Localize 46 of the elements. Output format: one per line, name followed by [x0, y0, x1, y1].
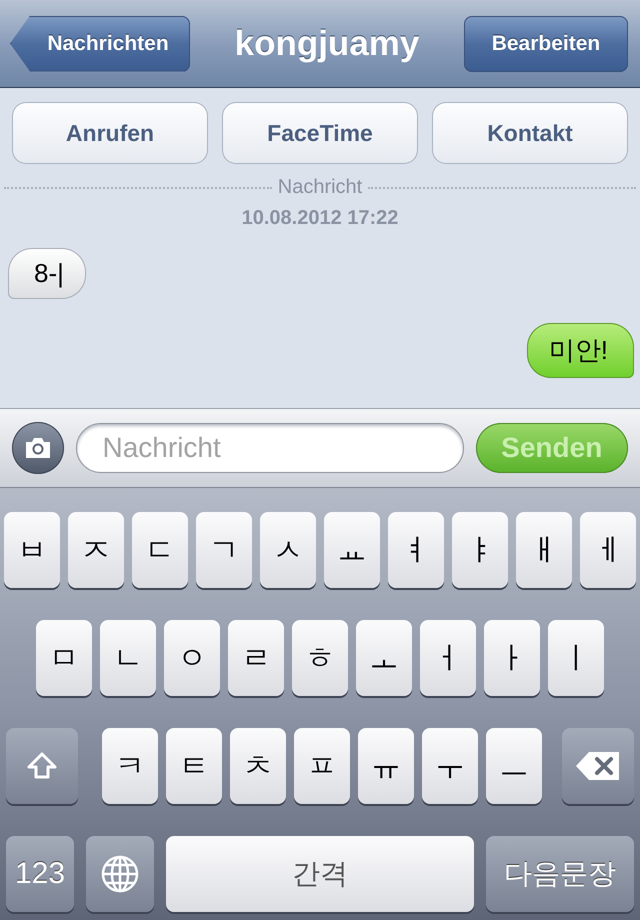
window-title: kongjuamy: [234, 24, 420, 64]
key[interactable]: ㅑ: [452, 512, 508, 588]
globe-icon: [100, 854, 140, 894]
key[interactable]: ㅍ: [294, 728, 350, 804]
delete-key[interactable]: [562, 728, 634, 804]
edit-button[interactable]: Bearbeiten: [464, 16, 628, 72]
key[interactable]: ㅂ: [4, 512, 60, 588]
key[interactable]: ㅣ: [548, 620, 604, 696]
key[interactable]: ㅈ: [68, 512, 124, 588]
key[interactable]: ㅜ: [422, 728, 478, 804]
key[interactable]: ㄴ: [100, 620, 156, 696]
key[interactable]: ㅓ: [420, 620, 476, 696]
globe-key[interactable]: [86, 836, 154, 912]
action-button[interactable]: Anrufen: [12, 102, 208, 164]
key[interactable]: ㅠ: [358, 728, 414, 804]
timestamp: 10.08.2012 17:22: [240, 207, 400, 230]
shift-icon: [27, 752, 57, 780]
thread-label: Nachricht: [278, 176, 362, 199]
key[interactable]: ㅔ: [580, 512, 636, 588]
camera-icon: [24, 437, 52, 459]
camera-button[interactable]: [12, 422, 64, 474]
key[interactable]: ㅅ: [260, 512, 316, 588]
key[interactable]: ㅛ: [324, 512, 380, 588]
action-button[interactable]: Kontakt: [432, 102, 628, 164]
key[interactable]: ㄱ: [196, 512, 252, 588]
key[interactable]: ㅌ: [166, 728, 222, 804]
key[interactable]: ㅎ: [292, 620, 348, 696]
key[interactable]: ㅏ: [484, 620, 540, 696]
sent-message-bubble: 미안!: [526, 323, 634, 378]
received-message-bubble: 8-|: [8, 248, 86, 299]
key[interactable]: ㅁ: [36, 620, 92, 696]
message-field[interactable]: Nachricht: [76, 423, 464, 473]
key[interactable]: ㅗ: [356, 620, 412, 696]
backspace-icon: [575, 751, 621, 781]
shift-key[interactable]: [6, 728, 78, 804]
key[interactable]: ㅋ: [102, 728, 158, 804]
key[interactable]: ㄹ: [228, 620, 284, 696]
space-key[interactable]: 간격: [166, 836, 474, 912]
action-button[interactable]: FaceTime: [222, 102, 418, 164]
key[interactable]: ㅡ: [486, 728, 542, 804]
key[interactable]: ㅐ: [516, 512, 572, 588]
key[interactable]: ㅊ: [230, 728, 286, 804]
key[interactable]: ㄷ: [132, 512, 188, 588]
key[interactable]: ㅇ: [164, 620, 220, 696]
back-button[interactable]: Nachrichten: [10, 16, 190, 72]
key[interactable]: ㅕ: [388, 512, 444, 588]
